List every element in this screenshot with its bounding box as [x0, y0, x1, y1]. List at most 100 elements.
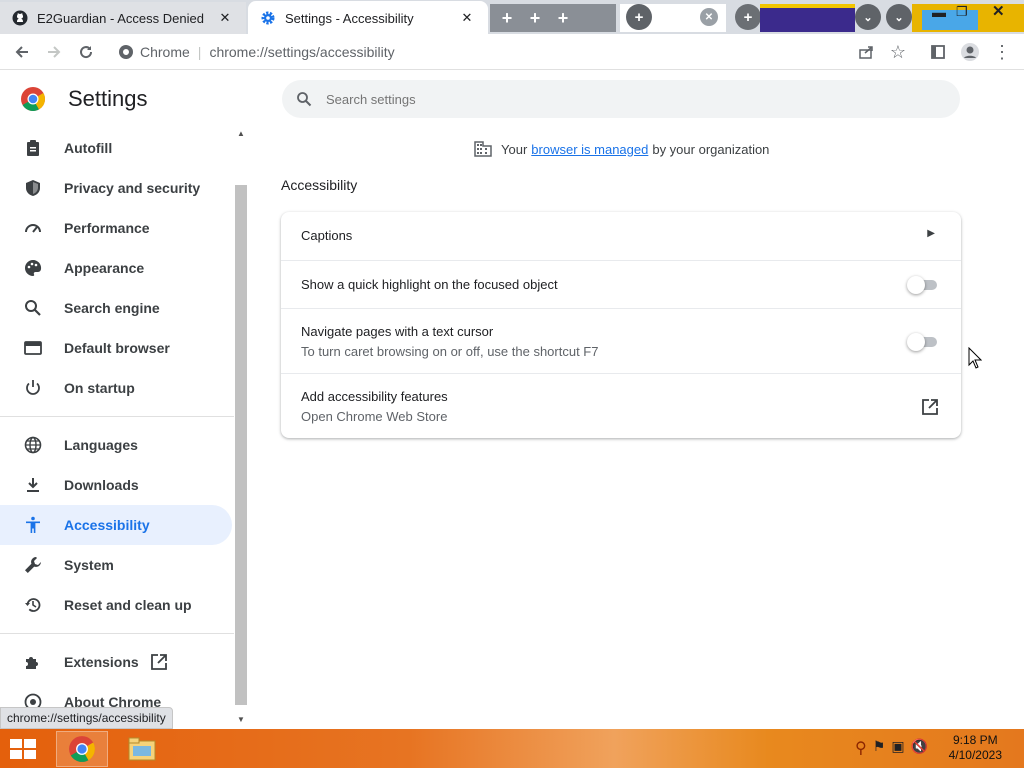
- page-title: Settings: [68, 86, 148, 111]
- gauge-icon: [25, 224, 41, 233]
- row-title: Navigate pages with a text cursor: [301, 324, 494, 339]
- chevron-down-icon[interactable]: ⌄: [886, 4, 912, 30]
- close-tab-icon[interactable]: ✕: [458, 9, 476, 27]
- sidebar-item-privacy[interactable]: Privacy and security: [0, 168, 232, 208]
- captions-row[interactable]: Captions ▶: [281, 212, 961, 260]
- caret-browsing-row[interactable]: Navigate pages with a text cursor To tur…: [281, 308, 961, 373]
- sidebar-item-extensions[interactable]: Extensions: [0, 642, 232, 682]
- accessibility-icon: [26, 516, 40, 533]
- add-accessibility-features-row[interactable]: Add accessibility features Open Chrome W…: [281, 373, 961, 438]
- sidebar-item-label: Appearance: [64, 260, 145, 276]
- taskbar-file-explorer-button[interactable]: [116, 731, 168, 767]
- search-tray-icon[interactable]: ⚲: [855, 738, 867, 758]
- sidebar-item-label: Accessibility: [64, 517, 150, 533]
- sidebar-item-label: Search engine: [64, 300, 160, 316]
- search-input[interactable]: [326, 91, 926, 107]
- sidebar-item-label: Performance: [64, 220, 150, 236]
- tab-search-chevron-icon[interactable]: ⌄: [855, 4, 881, 30]
- clock-time: 9:18 PM: [952, 733, 998, 747]
- share-icon[interactable]: [854, 40, 878, 64]
- forward-icon[interactable]: [42, 40, 66, 64]
- link-status-bubble: chrome://settings/accessibility: [0, 707, 173, 729]
- browser-managed-link[interactable]: browser is managed: [531, 142, 648, 157]
- system-tray: ⚲ ⚑ ▣ 🔇: [855, 738, 928, 758]
- sidebar-item-appearance[interactable]: Appearance: [0, 248, 232, 288]
- clipboard-icon: [27, 140, 39, 156]
- sidebar-item-label: Reset and clean up: [64, 597, 192, 613]
- tab-settings-accessibility[interactable]: Settings - Accessibility ✕: [248, 1, 488, 34]
- chrome-icon: [119, 45, 133, 59]
- sidebar-item-system[interactable]: System: [0, 545, 232, 585]
- globe-icon: [24, 436, 42, 454]
- sidebar-item-autofill[interactable]: Autofill: [0, 128, 232, 168]
- action-center-flag-icon[interactable]: ⚑: [873, 738, 886, 758]
- sidebar-scrollbar[interactable]: ▲ ▼: [234, 127, 248, 729]
- network-icon[interactable]: ▣: [891, 738, 904, 758]
- sidebar-item-label: Default browser: [64, 340, 170, 356]
- sidebar-item-label: Downloads: [64, 477, 139, 493]
- close-icon[interactable]: ✕: [700, 8, 718, 26]
- scroll-up-icon[interactable]: ▲: [236, 129, 246, 139]
- new-tab-button[interactable]: +: [626, 4, 652, 30]
- sidebar-item-default-browser[interactable]: Default browser: [0, 328, 232, 368]
- address-bar[interactable]: Chrome | chrome://settings/accessibility: [108, 38, 844, 66]
- open-in-new-icon[interactable]: [921, 398, 939, 416]
- toggle-knob: [907, 333, 925, 351]
- search-settings-box[interactable]: [282, 80, 960, 118]
- accessibility-card: Captions ▶ Show a quick highlight on the…: [281, 212, 961, 438]
- building-icon: [474, 141, 492, 157]
- minimize-icon[interactable]: ▬: [932, 4, 946, 20]
- profile-avatar-icon[interactable]: [958, 40, 982, 64]
- new-tab-icon[interactable]: +: [554, 8, 572, 28]
- scrollbar-thumb[interactable]: [235, 185, 247, 705]
- close-tab-icon[interactable]: ✕: [216, 9, 234, 27]
- sidebar-item-accessibility[interactable]: Accessibility: [0, 505, 232, 545]
- settings-sidebar: Settings Autofill Privacy and security P…: [0, 70, 250, 730]
- close-window-icon[interactable]: ✕: [992, 2, 1005, 20]
- caret-browsing-toggle[interactable]: [907, 333, 939, 351]
- settings-gear-icon: [261, 11, 275, 25]
- sidebar-item-reset[interactable]: Reset and clean up: [0, 585, 232, 625]
- sidebar-item-downloads[interactable]: Downloads: [0, 465, 232, 505]
- sidebar-item-label: Autofill: [64, 140, 113, 156]
- history-icon: [25, 598, 41, 612]
- chrome-icon: [69, 736, 95, 762]
- tab-strip: E2Guardian - Access Denied ✕ Settings - …: [0, 0, 1024, 34]
- tab-title: Settings - Accessibility: [285, 10, 414, 26]
- screen: E2Guardian - Access Denied ✕ Settings - …: [0, 0, 1024, 768]
- sidebar-item-languages[interactable]: Languages: [0, 425, 232, 465]
- side-panel-icon[interactable]: [926, 40, 950, 64]
- site-chip-label: Chrome: [140, 44, 190, 60]
- maximize-icon[interactable]: ❐: [956, 4, 968, 20]
- system-clock[interactable]: 9:18 PM 4/10/2023: [949, 733, 1002, 763]
- new-tab-button[interactable]: +: [735, 4, 761, 30]
- shield-icon: [26, 180, 40, 196]
- focus-highlight-toggle[interactable]: [907, 276, 939, 294]
- focus-highlight-row[interactable]: Show a quick highlight on the focused ob…: [281, 260, 961, 308]
- taskbar-chrome-button[interactable]: [56, 731, 108, 767]
- separator: |: [197, 44, 202, 60]
- browser-toolbar: Chrome | chrome://settings/accessibility…: [0, 34, 1024, 70]
- new-tab-icon[interactable]: +: [526, 8, 544, 28]
- wrench-icon: [25, 557, 41, 573]
- new-tab-icon[interactable]: +: [498, 8, 516, 28]
- scroll-down-icon[interactable]: ▼: [236, 715, 246, 725]
- managed-notice: Your browser is managed by your organiza…: [474, 140, 769, 158]
- sidebar-item-performance[interactable]: Performance: [0, 208, 232, 248]
- bookmark-star-icon[interactable]: ☆: [886, 40, 910, 64]
- tab-e2guardian[interactable]: E2Guardian - Access Denied ✕: [0, 2, 246, 34]
- reload-icon[interactable]: [74, 40, 98, 64]
- clock-date: 4/10/2023: [948, 748, 1002, 762]
- more-menu-icon[interactable]: ⋮: [990, 40, 1014, 64]
- sidebar-item-label: Privacy and security: [64, 180, 201, 196]
- windows-start-icon[interactable]: [6, 735, 40, 763]
- chrome-logo-icon: [21, 87, 46, 112]
- open-in-new-icon: [151, 654, 167, 670]
- back-icon[interactable]: [10, 40, 34, 64]
- volume-muted-icon[interactable]: 🔇: [911, 738, 928, 758]
- github-icon: [12, 10, 28, 26]
- sidebar-item-on-startup[interactable]: On startup: [0, 368, 232, 408]
- download-icon: [27, 478, 39, 492]
- sidebar-item-search-engine[interactable]: Search engine: [0, 288, 232, 328]
- managed-suffix: by your organization: [652, 141, 770, 157]
